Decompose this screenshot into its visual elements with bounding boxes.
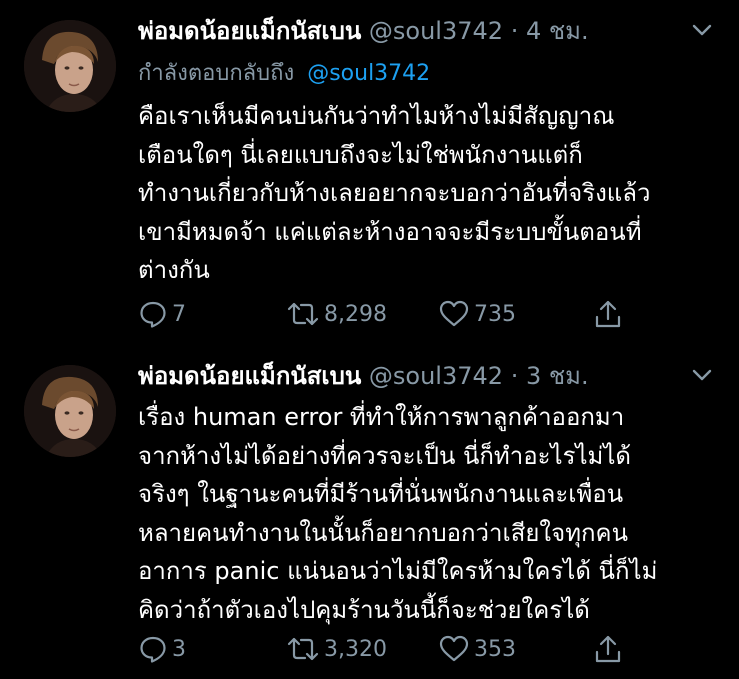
retweet-count: 8,298 bbox=[324, 301, 387, 327]
tweet-text-line: จริงๆ ในฐานะคนที่มีร้านที่นั่นพนักงานและ… bbox=[138, 480, 624, 508]
separator-dot: · bbox=[510, 362, 519, 390]
reply-button[interactable]: 7 bbox=[138, 298, 186, 330]
tweet-text: เรื่อง human error ที่ทำให้การพาลูกค้าออ… bbox=[138, 398, 718, 629]
chevron-down-icon[interactable] bbox=[691, 22, 713, 38]
timestamp[interactable]: 3 ชม. bbox=[526, 362, 589, 390]
like-button[interactable]: 735 bbox=[438, 298, 516, 330]
retweet-icon bbox=[287, 302, 319, 326]
tweet-actions: 3 3,320 353 bbox=[138, 633, 621, 665]
tweet-text-line: เขามีหมดจ้า แค่แต่ละห้างอาจจะมีระบบขั้นต… bbox=[138, 217, 642, 246]
avatar-image bbox=[24, 20, 116, 112]
timestamp[interactable]: 4 ชม. bbox=[526, 17, 589, 45]
retweet-button[interactable]: 3,320 bbox=[286, 633, 387, 665]
tweet-text-line: จากห้างไม่ได้อย่างที่ควรจะเป็น นี่ก็ทำอะ… bbox=[138, 441, 632, 470]
replying-to-label: กำลังตอบกลับถึง bbox=[138, 61, 295, 86]
tweet-actions: 7 8,298 735 bbox=[138, 298, 621, 330]
share-icon bbox=[595, 635, 621, 663]
reply-button[interactable]: 3 bbox=[138, 633, 186, 665]
retweet-count: 3,320 bbox=[324, 636, 387, 662]
reply-icon bbox=[140, 636, 166, 663]
display-name[interactable]: พ่อมดน้อยแม็กนัสเบน bbox=[138, 362, 361, 390]
heart-icon bbox=[439, 300, 469, 327]
share-button[interactable] bbox=[594, 633, 622, 665]
like-count: 353 bbox=[474, 636, 516, 662]
retweet-button[interactable]: 8,298 bbox=[286, 298, 387, 330]
avatar[interactable] bbox=[24, 20, 116, 112]
display-name[interactable]: พ่อมดน้อยแม็กนัสเบน bbox=[138, 17, 361, 45]
tweet-text: คือเราเห็นมีคนบ่นกันว่าทำไมห้างไม่มีสัญญ… bbox=[138, 97, 718, 290]
replying-to-handle[interactable]: @soul3742 bbox=[307, 61, 430, 86]
tweet[interactable]: พ่อมดน้อยแม็กนัสเบน @soul3742 · 4 ชม. กำ… bbox=[0, 0, 739, 345]
user-handle[interactable]: @soul3742 bbox=[369, 17, 503, 45]
reply-count: 7 bbox=[172, 301, 186, 327]
tweet-text-line: คิดว่าถ้าตัวเองไปคุมร้านวันนี้ก็จะช่วยใค… bbox=[138, 595, 590, 624]
tweet-header: พ่อมดน้อยแม็กนัสเบน @soul3742 · 4 ชม. bbox=[138, 14, 589, 48]
tweet-text-line: อาการ panic แน่นอนว่าไม่มีใครห้ามใครได้ … bbox=[138, 557, 658, 585]
tweet-text-line: ต่างกัน bbox=[138, 256, 210, 284]
user-handle[interactable]: @soul3742 bbox=[369, 362, 503, 390]
retweet-icon bbox=[287, 637, 319, 661]
tweet-text-line: เรื่อง human error ที่ทำให้การพาลูกค้าออ… bbox=[138, 403, 625, 431]
reply-icon bbox=[140, 301, 166, 328]
tweet-text-line: เตือนใดๆ นี่เลยแบบถึงจะไม่ใช่พนักงานแต่ก… bbox=[138, 140, 583, 169]
like-count: 735 bbox=[474, 301, 516, 327]
tweet-text-line: ทำงานเกี่ยวกับห้างเลยอยากจะบอกว่าอันที่จ… bbox=[138, 179, 651, 207]
tweet-header: พ่อมดน้อยแม็กนัสเบน @soul3742 · 3 ชม. bbox=[138, 359, 589, 393]
tweet-text-line: คือเราเห็นมีคนบ่นกันว่าทำไมห้างไม่มีสัญญ… bbox=[138, 102, 615, 130]
share-button[interactable] bbox=[594, 298, 622, 330]
share-icon bbox=[595, 300, 621, 328]
tweet-text-line: หลายคนทำงานในนั้นก็อยากบอกว่าเสียใจทุกคน bbox=[138, 518, 629, 547]
heart-icon bbox=[439, 635, 469, 662]
replying-to: กำลังตอบกลับถึง @soul3742 bbox=[138, 58, 430, 90]
avatar-image bbox=[24, 365, 116, 457]
like-button[interactable]: 353 bbox=[438, 633, 516, 665]
reply-count: 3 bbox=[172, 636, 186, 662]
tweet[interactable]: พ่อมดน้อยแม็กนัสเบน @soul3742 · 3 ชม. เร… bbox=[0, 345, 739, 679]
chevron-down-icon[interactable] bbox=[691, 367, 713, 383]
avatar[interactable] bbox=[24, 365, 116, 457]
separator-dot: · bbox=[510, 17, 519, 45]
